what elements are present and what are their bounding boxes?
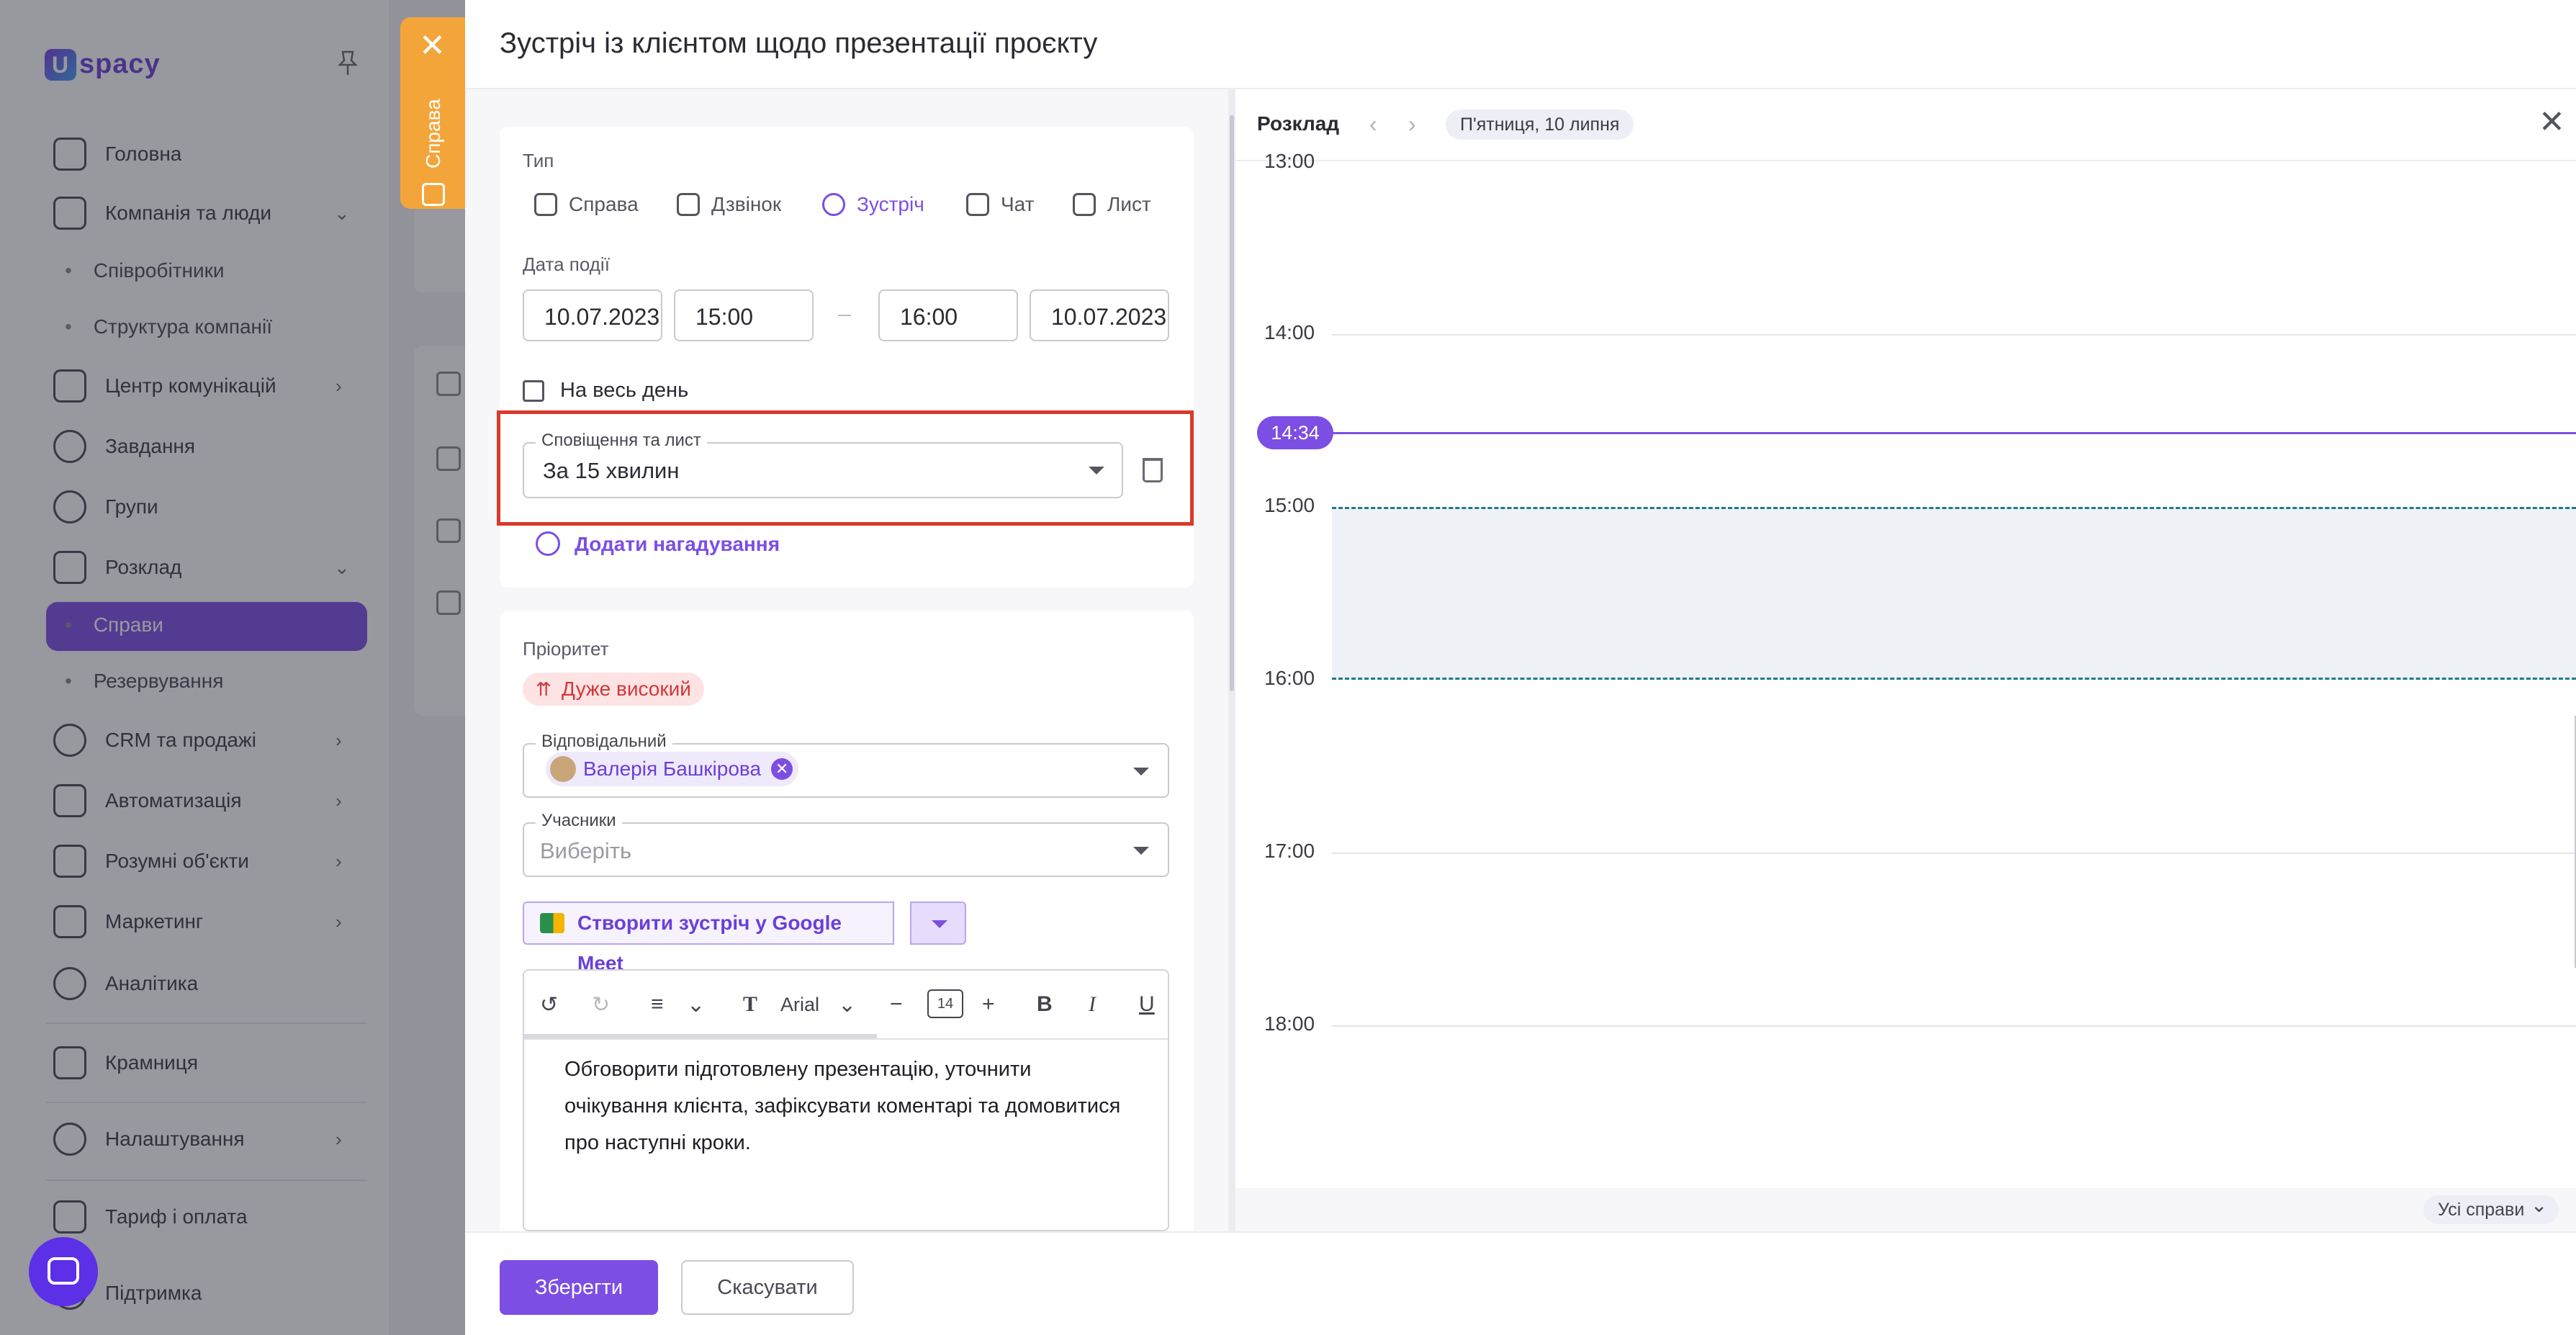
- text-style-icon[interactable]: T: [743, 992, 757, 1017]
- google-meet-button[interactable]: Створити зустріч у Google Meet: [523, 902, 894, 974]
- chat-icon: [966, 193, 989, 216]
- chevron-down-icon[interactable]: ⌄: [838, 992, 856, 1017]
- participants-select[interactable]: Учасники Виберіть: [523, 811, 1169, 877]
- close-icon[interactable]: ✕: [2539, 107, 2565, 138]
- hour-line: [1332, 853, 2576, 854]
- hour-label: 15:00: [1264, 494, 1315, 516]
- hour-label: 14:00: [1264, 321, 1315, 343]
- hour-line: [1332, 334, 2576, 336]
- start-date-input[interactable]: 10.07.2023: [523, 289, 662, 341]
- decrease-font-icon[interactable]: −: [890, 992, 903, 1017]
- save-button[interactable]: Зберегти: [500, 1260, 658, 1315]
- toolbar-scrollbar[interactable]: [524, 1034, 877, 1038]
- italic-icon[interactable]: I: [1089, 992, 1096, 1017]
- document-icon: [422, 183, 445, 206]
- caret-down-icon: [1133, 768, 1149, 776]
- remove-icon[interactable]: ✕: [771, 758, 793, 780]
- schedule-header: Розклад ‹ › П'ятниця, 10 липня ✕: [1235, 89, 2576, 161]
- start-time-input[interactable]: 15:00: [674, 289, 814, 341]
- align-icon[interactable]: ≡: [651, 992, 664, 1017]
- notification-legend: Сповіщення та лист: [536, 431, 707, 451]
- end-date-input[interactable]: 10.07.2023: [1030, 289, 1169, 341]
- schedule-title: Розклад: [1257, 112, 1340, 135]
- avatar: [550, 756, 576, 782]
- participants-placeholder: Виберіть: [540, 838, 632, 863]
- responsible-legend: Відповідальний: [536, 732, 672, 752]
- chevron-left-icon[interactable]: ‹: [1369, 111, 1377, 138]
- all-cases-dropdown[interactable]: Усі справи: [2423, 1191, 2559, 1224]
- schedule-date[interactable]: П'ятниця, 10 липня: [1446, 109, 1634, 140]
- chevron-right-icon[interactable]: ›: [1408, 111, 1416, 138]
- responsible-chip[interactable]: Валерія Башкірова ✕: [546, 752, 799, 786]
- hour-label: 13:00: [1264, 150, 1315, 172]
- caret-down-icon: [932, 920, 947, 928]
- modal-footer: Зберегти Скасувати: [465, 1231, 2576, 1335]
- side-tab-label: Справа: [422, 99, 444, 168]
- end-time-input[interactable]: 16:00: [878, 289, 1018, 341]
- caret-down-icon: [1133, 847, 1149, 855]
- underline-icon[interactable]: U: [1139, 992, 1155, 1017]
- hour-label: 17:00: [1264, 840, 1315, 862]
- hour-line: [1332, 1025, 2576, 1027]
- google-meet-dropdown[interactable]: [910, 902, 966, 945]
- editor-toolbar: ↺ ↻ ≡ ⌄ T Arial ⌄ − 14 + B I U: [524, 971, 1168, 1040]
- font-size-input[interactable]: 14: [927, 989, 963, 1018]
- trash-icon[interactable]: [1143, 458, 1163, 482]
- double-arrow-up-icon: ⇈: [536, 678, 551, 700]
- participants-legend: Учасники: [536, 811, 622, 831]
- caret-down-icon: [1089, 467, 1104, 475]
- type-tab-mail[interactable]: Лист: [1073, 193, 1151, 216]
- all-day-label: На весь день: [560, 379, 689, 402]
- priority-label: Пріоритет: [523, 638, 609, 660]
- range-dash: [838, 315, 851, 316]
- event-date-label: Дата події: [523, 253, 610, 275]
- notification-select[interactable]: Сповіщення та лист За 15 хвилин: [523, 431, 1123, 498]
- redo-icon[interactable]: ↻: [592, 992, 610, 1017]
- scrollbar-thumb[interactable]: [1230, 115, 1234, 691]
- description-editor[interactable]: ↺ ↻ ≡ ⌄ T Arial ⌄ − 14 + B I U Обговорит…: [523, 969, 1169, 1231]
- modal-title: Зустріч із клієнтом щодо презентації про…: [500, 27, 1098, 59]
- increase-font-icon[interactable]: +: [982, 992, 995, 1017]
- current-time-line: [1279, 432, 2576, 434]
- type-tab-meeting[interactable]: Зустріч: [822, 193, 924, 216]
- google-meet-icon: [540, 913, 564, 933]
- notification-value: За 15 хвилин: [543, 458, 680, 483]
- schedule-footer: Усі справи: [1235, 1188, 2576, 1231]
- current-time-badge: 14:34: [1257, 416, 1333, 449]
- undo-icon[interactable]: ↺: [540, 992, 558, 1017]
- schedule-panel: Розклад ‹ › П'ятниця, 10 липня ✕ 13:00 1…: [1235, 89, 2576, 1231]
- alarm-clock-icon: [536, 531, 560, 556]
- overlay-dim[interactable]: [0, 0, 468, 1335]
- calendar-check-icon: [534, 193, 557, 216]
- hour-label: 16:00: [1264, 667, 1315, 689]
- users-icon: [822, 193, 845, 216]
- event-block[interactable]: [1332, 507, 2576, 680]
- hour-label: 18:00: [1264, 1012, 1315, 1035]
- font-select[interactable]: Arial: [780, 994, 819, 1016]
- background-app: Uspacy Головна Компанія та люди⌄ Співроб…: [0, 0, 472, 1335]
- close-icon[interactable]: ✕: [419, 30, 446, 62]
- side-tab-case[interactable]: ✕ Справа: [400, 17, 465, 209]
- editor-content[interactable]: Обговорити підготовлену презентацію, уто…: [564, 1051, 1133, 1161]
- all-day-checkbox[interactable]: [523, 380, 544, 402]
- chevron-down-icon[interactable]: ⌄: [687, 992, 705, 1017]
- modal-header: Зустріч із клієнтом щодо презентації про…: [465, 0, 2576, 89]
- bold-icon[interactable]: B: [1037, 992, 1053, 1017]
- type-label: Тип: [523, 150, 554, 171]
- cancel-button[interactable]: Скасувати: [681, 1260, 854, 1315]
- type-tab-chat[interactable]: Чат: [966, 193, 1034, 216]
- type-tab-case[interactable]: Справа: [534, 193, 639, 216]
- phone-icon: [677, 193, 700, 216]
- chat-bubble-icon: [48, 1257, 79, 1285]
- mail-icon: [1073, 193, 1096, 216]
- priority-badge[interactable]: ⇈ Дуже високий: [523, 673, 704, 706]
- add-reminder-link[interactable]: Додати нагадування: [575, 533, 780, 556]
- chat-widget-button[interactable]: [29, 1237, 98, 1306]
- type-tab-call[interactable]: Дзвінок: [677, 193, 781, 216]
